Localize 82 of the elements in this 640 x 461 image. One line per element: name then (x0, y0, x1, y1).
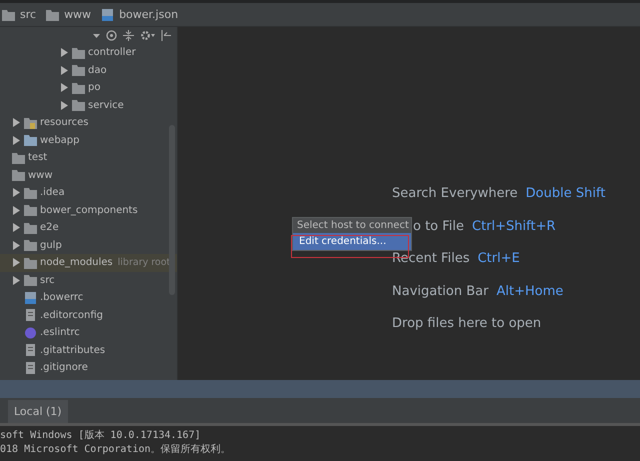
tree-row[interactable]: .editorconfig (0, 306, 177, 324)
tree-row[interactable]: e2e (0, 219, 177, 236)
tree-row[interactable]: .gitignore (0, 359, 177, 376)
tree-item-label: webapp (40, 134, 80, 146)
folder-icon (46, 8, 60, 20)
collapse-all-icon[interactable] (123, 30, 134, 41)
tree-item-label: resources (40, 117, 88, 128)
tree-row[interactable]: www (0, 166, 177, 184)
tree-row[interactable]: gulp (0, 236, 177, 254)
breadcrumb[interactable]: www (46, 8, 92, 21)
tree-row[interactable]: resources (0, 114, 177, 132)
tree-item-label: service (88, 100, 124, 111)
tree-item-label: .editorconfig (40, 310, 103, 321)
terminal-tab[interactable]: Local (1) (8, 400, 68, 423)
tree-item-label: po (88, 82, 100, 94)
tree-item-label: gulp (40, 240, 62, 251)
tree-row[interactable]: test (0, 149, 177, 166)
folder-icon (72, 99, 85, 112)
tree-row[interactable]: node_modules library root (0, 254, 177, 272)
tree-item-label: dao (88, 64, 107, 76)
popup-title: Select host to connect (293, 218, 411, 233)
tree-item-label: .eslintrc (40, 327, 80, 338)
hint-action: Search Everywhere (392, 186, 518, 201)
tree-item-label: .gitattributes (40, 344, 106, 356)
tree-row[interactable]: .idea (0, 184, 177, 202)
hint-action: Drop files here to open (392, 316, 542, 331)
tree-row[interactable]: webapp (0, 132, 177, 149)
settings-icon[interactable] (140, 30, 155, 41)
tree-item-label: controller (88, 47, 136, 58)
hint-shortcut: Ctrl+E (478, 251, 520, 266)
tree-row[interactable]: bower_components (0, 202, 177, 219)
folder-icon (72, 64, 85, 76)
target-icon[interactable] (106, 30, 117, 41)
bower-icon (101, 8, 114, 20)
tree-row[interactable]: dao (0, 62, 177, 79)
tree-row[interactable]: po (0, 79, 177, 96)
tree-row[interactable]: .eslintrc (0, 324, 177, 342)
terminal-line: 018 Microsoft Corporation。保留所有权利。 (0, 443, 232, 457)
folder-icon (2, 8, 15, 20)
tree-item-label: bower_components (40, 204, 138, 216)
tree-item-label: src (40, 274, 55, 286)
terminal-line: soft Windows [版本 10.0.17134.167] (0, 429, 202, 443)
file-icon (24, 344, 37, 356)
circle-icon (24, 326, 37, 339)
folder-icon (24, 204, 37, 216)
hide-panel-icon[interactable] (161, 30, 171, 41)
folder-icon (24, 222, 37, 234)
tree-row[interactable]: service (0, 96, 177, 114)
dropdown-caret-icon[interactable] (93, 34, 100, 38)
hint-action: Navigation Bar (392, 284, 488, 298)
tree-item-label: e2e (40, 222, 59, 234)
tree-row[interactable]: .gitattributes (0, 342, 177, 359)
popup-menu-item[interactable]: Edit credentials... (293, 233, 411, 250)
folder-icon (24, 186, 37, 199)
hint-shortcut: Alt+Home (496, 284, 564, 298)
folder-icon (24, 134, 37, 146)
folder-icon (24, 256, 37, 269)
folder-icon (12, 152, 25, 164)
tree-item-label: test (28, 152, 48, 164)
folder-icon (72, 82, 85, 94)
folder-icon (24, 274, 37, 286)
tree-item-label: .bowerrc (40, 292, 84, 304)
breadcrumb[interactable]: src (2, 8, 36, 21)
tree-row[interactable]: src (0, 272, 177, 289)
tree-item-label: www (28, 170, 53, 181)
tree-item-label: node_modules (40, 257, 113, 268)
tree-item-label: .idea (40, 187, 65, 198)
tree-row[interactable]: .bowerrc (0, 289, 177, 306)
tree-item-label: .gitignore (40, 362, 88, 374)
file-icon (24, 362, 37, 374)
bower-icon (24, 292, 37, 304)
folder-icon (12, 169, 25, 182)
folder-icon (24, 239, 37, 252)
hint-shortcut: Ctrl+Shift+R (472, 218, 556, 234)
library-root-tag: library root (118, 257, 170, 268)
breadcrumb[interactable]: bower.json (101, 8, 178, 21)
tree-row[interactable]: controller (0, 44, 177, 62)
hint-action: o to File (413, 218, 464, 234)
hint-shortcut: Double Shift (526, 186, 606, 201)
file-icon (24, 309, 37, 322)
folder-icon (24, 116, 37, 129)
folder-icon (72, 46, 85, 59)
